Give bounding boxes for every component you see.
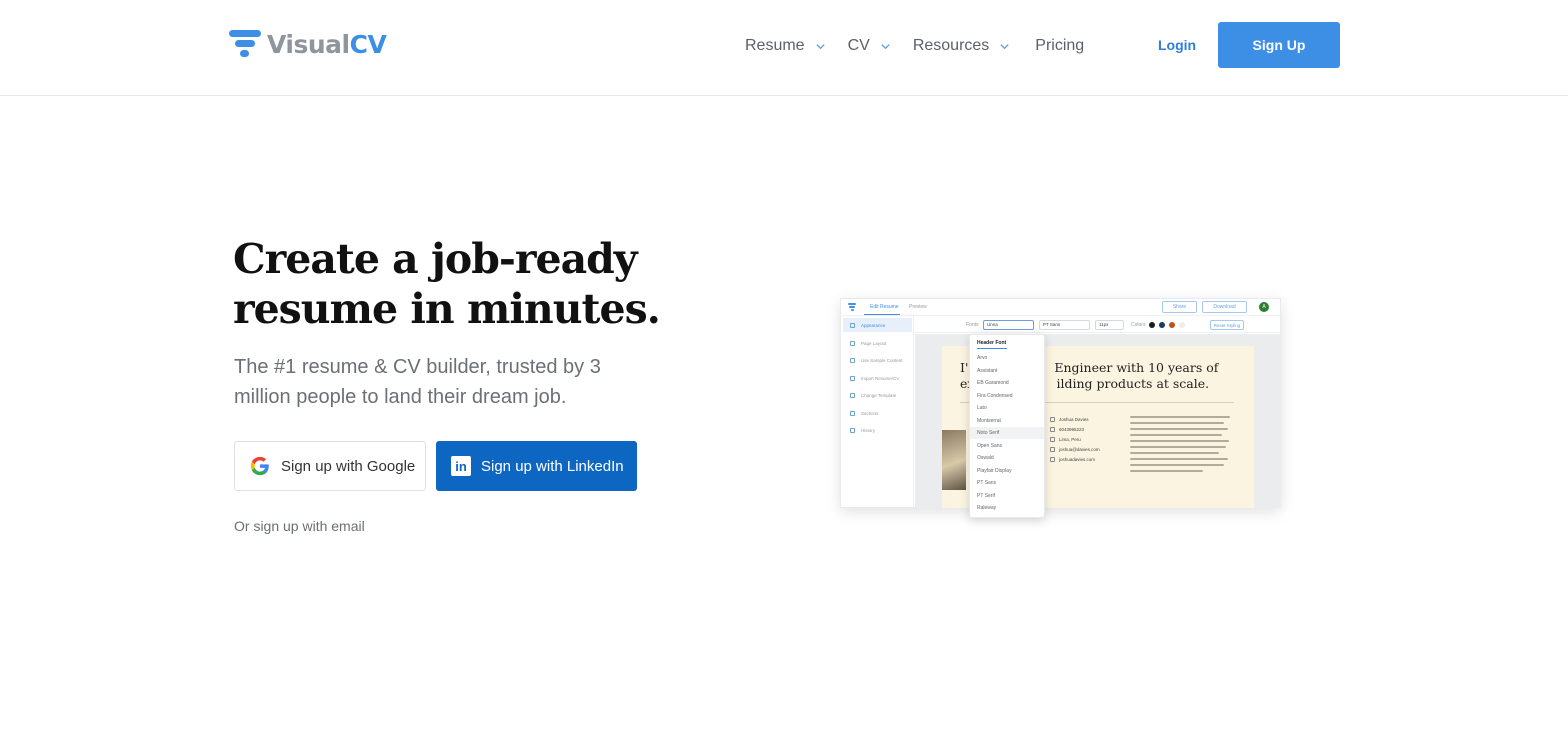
preview-font-option: Open Sans xyxy=(977,442,1003,449)
preview-fonts-label: Fonts xyxy=(966,322,979,328)
nav-item-cv[interactable]: CV xyxy=(848,37,891,55)
nav-item-pricing[interactable]: Pricing xyxy=(1035,37,1084,55)
preview-sidebar-item: Use Sample Content xyxy=(843,353,912,367)
nav-item-label: Resources xyxy=(912,37,990,54)
preview-body-font-select: PT Sans xyxy=(1039,320,1090,330)
preview-font-option: PT Serif xyxy=(977,492,995,499)
app-preview: Edit Resume Preview Share Download A App… xyxy=(840,298,1282,518)
login-link[interactable]: Login xyxy=(1158,37,1196,53)
preview-font-option: Playfair Display xyxy=(977,467,1012,474)
preview-font-dropdown: Header Font Arvo Assistant EB Garamond F… xyxy=(969,334,1045,518)
preview-font-option: Lato xyxy=(977,405,987,411)
preview-dropdown-heading: Header Font xyxy=(977,340,1007,346)
chevron-down-icon xyxy=(881,43,890,49)
site-header: VisualCV Resume CV Resources Pricing Log… xyxy=(0,0,1568,96)
chevron-down-icon xyxy=(1000,43,1009,49)
preview-font-option: Assistant xyxy=(977,367,998,374)
logo-wordmark: VisualCV xyxy=(267,29,387,59)
preview-header-font-select: Unna xyxy=(983,320,1034,330)
logo-text-visual: Visual xyxy=(267,29,350,59)
signup-button[interactable]: Sign Up xyxy=(1218,22,1340,68)
preview-font-option: Raleway xyxy=(977,505,997,511)
chevron-down-icon xyxy=(815,43,825,49)
hero-title: Create a job-ready resume in minutes. xyxy=(233,235,661,333)
preview-contact-line: joshua@davies.com xyxy=(1050,447,1100,452)
google-signup-button[interactable]: Sign up with Google xyxy=(234,441,426,491)
preview-download-button: Download xyxy=(1202,301,1247,313)
preview-font-option: Arvo xyxy=(977,355,988,361)
nav-item-label: Pricing xyxy=(1035,37,1085,54)
email-signup-link[interactable]: Or sign up with email xyxy=(234,518,365,534)
preview-share-button: Share xyxy=(1162,301,1197,313)
logo-icon xyxy=(229,28,263,60)
preview-color-swatch xyxy=(1159,322,1165,328)
preview-sidebar-item: Sections xyxy=(843,406,912,420)
main-nav: Resume CV Resources Pricing xyxy=(745,34,1106,58)
nav-item-label: Resume xyxy=(745,37,805,54)
google-button-label: Sign up with Google xyxy=(281,457,416,475)
preview-sidebar-item: History xyxy=(843,423,912,437)
visualcv-logo[interactable]: VisualCV xyxy=(229,28,387,60)
nav-item-label: CV xyxy=(847,37,870,54)
preview-summary-text xyxy=(1130,416,1234,476)
preview-topbar: Edit Resume Preview Share Download A xyxy=(841,299,1282,316)
preview-contact-line: Joshua Davies xyxy=(1050,417,1089,422)
preview-reset-button: Reset Styling xyxy=(1210,320,1244,330)
preview-font-option: Noto Serif xyxy=(970,427,1044,439)
preview-font-option: PT Sans xyxy=(977,480,997,486)
google-icon xyxy=(250,456,269,476)
preview-color-swatch xyxy=(1149,322,1155,328)
preview-logo-icon xyxy=(848,303,856,311)
preview-contact-line: Lima, Peru xyxy=(1050,437,1081,442)
preview-font-option: Oswald xyxy=(977,455,994,461)
preview-tab-edit: Edit Resume xyxy=(870,304,899,310)
preview-font-option: Fira Condensed xyxy=(977,392,1013,399)
preview-contact-line: 6043995223 xyxy=(1050,427,1084,432)
preview-sidebar: Appearance Page Layout Use Sample Conten… xyxy=(841,316,914,508)
linkedin-signup-button[interactable]: in Sign up with LinkedIn xyxy=(436,441,637,491)
preview-contact-line: joshuadavies.com xyxy=(1050,457,1095,462)
nav-item-resume[interactable]: Resume xyxy=(745,37,826,55)
preview-font-option: EB Garamond xyxy=(977,380,1009,386)
logo-text-cv: CV xyxy=(349,29,387,59)
preview-colors-label: Colors xyxy=(1131,322,1146,328)
linkedin-icon: in xyxy=(451,456,471,476)
nav-item-resources[interactable]: Resources xyxy=(913,37,1010,55)
preview-color-swatch xyxy=(1169,322,1175,328)
preview-color-swatch xyxy=(1179,322,1185,328)
preview-font-option: Montserrat xyxy=(977,417,1001,424)
preview-avatar: A xyxy=(1259,302,1269,312)
hero-subtitle: The #1 resume & CV builder, trusted by 3… xyxy=(234,356,601,408)
preview-tab-preview: Preview xyxy=(909,304,927,310)
preview-resume-photo xyxy=(942,430,966,490)
preview-toolbar: Fonts Unna PT Sans 11px Colors Reset Sty… xyxy=(915,317,1281,333)
preview-size-select: 11px xyxy=(1095,320,1124,330)
preview-sidebar-item: Import Resume/CV xyxy=(843,371,912,385)
preview-sidebar-item: Appearance xyxy=(843,318,912,332)
linkedin-button-label: Sign up with LinkedIn xyxy=(481,457,624,475)
preview-sidebar-item: Page Layout xyxy=(843,336,912,350)
preview-sidebar-item: Change Template xyxy=(843,388,912,402)
